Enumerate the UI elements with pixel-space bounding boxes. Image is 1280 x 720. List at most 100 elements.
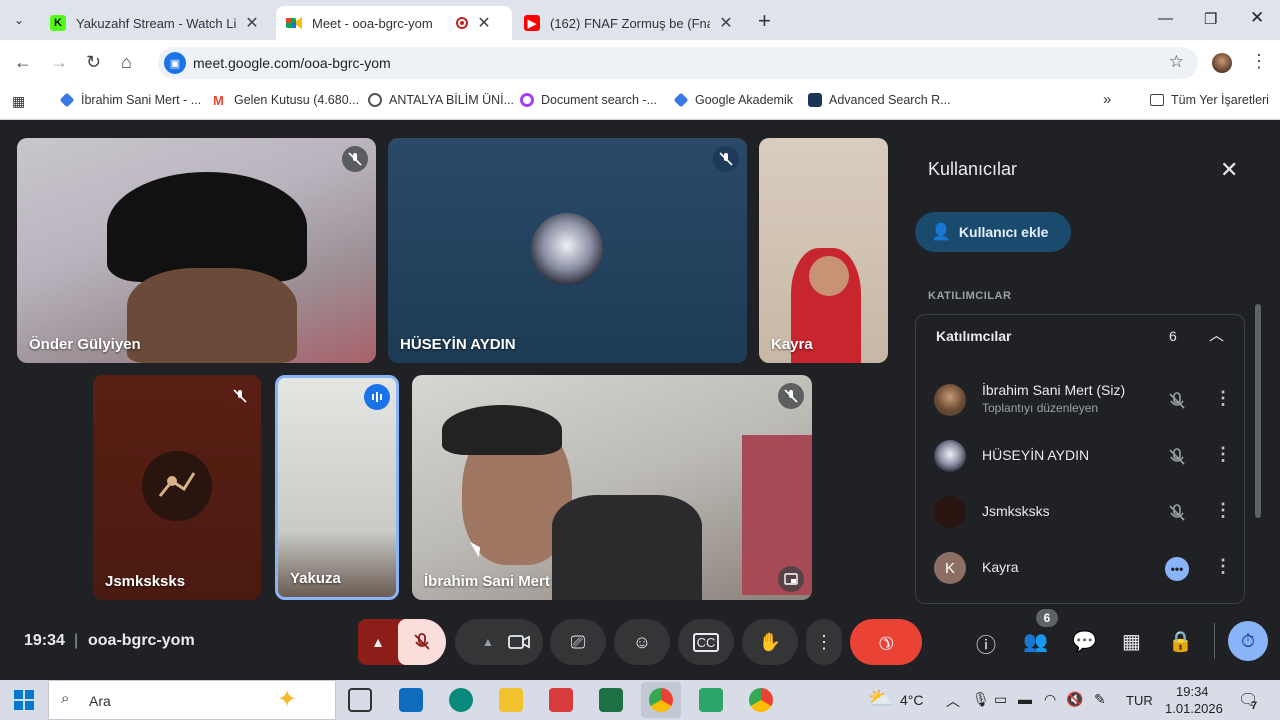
emoji-button[interactable]: ☺ — [614, 619, 670, 665]
wifi-icon[interactable]: ◠ — [1044, 691, 1056, 708]
discord-icon[interactable] — [699, 688, 723, 712]
video-tile-huseyin[interactable]: HÜSEYİN AYDIN — [388, 138, 747, 363]
weather-icon[interactable]: ⛅ — [868, 686, 893, 711]
anydesk-icon[interactable] — [549, 688, 573, 712]
file-explorer-icon[interactable] — [499, 688, 523, 712]
raise-hand-button[interactable]: ✋ — [742, 619, 798, 665]
recording-icon — [456, 17, 468, 29]
minimize-button[interactable]: — — [1158, 10, 1173, 27]
close-icon[interactable]: ✕ — [1220, 157, 1238, 183]
window-close-button[interactable]: ✕ — [1250, 8, 1264, 28]
captions-button[interactable]: CC — [678, 619, 734, 665]
tab-meet[interactable]: Meet - ooa-bgrc-yom ✕ — [276, 6, 512, 40]
chrome-icon[interactable] — [649, 688, 673, 712]
video-tile-kayra[interactable]: Kayra — [759, 138, 888, 363]
display-icon[interactable]: ▭ — [994, 691, 1007, 708]
pip-icon[interactable] — [778, 566, 804, 592]
bookmark-label: Document search -... — [541, 93, 658, 107]
reload-icon[interactable]: ↻ — [86, 52, 101, 73]
present-screen-button[interactable]: ⎚ — [550, 619, 606, 665]
end-call-button[interactable]: ✆ — [850, 619, 922, 665]
video-tile-yakuza[interactable]: Yakuza — [275, 375, 399, 600]
host-controls-icon[interactable]: 🔒 — [1168, 629, 1193, 654]
video-tile-jsm[interactable]: Jsmksksks — [93, 375, 261, 600]
site-info-icon[interactable]: ▣ — [164, 52, 186, 74]
close-icon[interactable]: ✕ — [244, 13, 260, 33]
participant-row[interactable]: Jsmksksks ⋮ — [934, 487, 1234, 537]
forward-icon[interactable]: → — [50, 52, 68, 73]
excel-icon[interactable] — [599, 688, 623, 712]
people-icon[interactable]: 👥 — [1023, 629, 1048, 654]
more-options-button[interactable]: ⋮ — [806, 619, 842, 665]
add-user-button[interactable]: 👤 Kullanıcı ekle — [915, 212, 1071, 252]
participant-row[interactable]: HÜSEYİN AYDIN ⋮ — [934, 431, 1234, 481]
edge-icon[interactable] — [449, 688, 473, 712]
battery-icon[interactable]: ▬ — [1018, 691, 1032, 707]
camera-control[interactable]: ▲ — [455, 619, 543, 665]
bookmarks-bar: ▦ İbrahim Sani Mert - ... M Gelen Kutusu … — [0, 86, 1280, 120]
more-options-icon[interactable]: ⋮ — [1214, 444, 1232, 465]
close-icon[interactable]: ✕ — [718, 13, 734, 33]
all-bookmarks-folder[interactable]: Tüm Yer İşaretleri — [1150, 93, 1269, 107]
participant-row[interactable]: K Kayra ••• ⋮ — [934, 543, 1234, 593]
microphone-icon[interactable]: 🎙 — [972, 691, 990, 708]
clock-date[interactable]: 1.01.2026 — [1165, 701, 1223, 716]
chevron-up-icon[interactable]: ▲ — [468, 635, 508, 649]
home-icon[interactable]: ⌂ — [121, 52, 132, 73]
more-options-icon[interactable]: ⋮ — [1214, 500, 1232, 521]
tab-youtube[interactable]: ▶ (162) FNAF Zormuş be (Fnaf 2) ✕ — [514, 6, 744, 40]
mic-off-icon — [1169, 392, 1185, 409]
panel-scrollbar[interactable] — [1255, 304, 1261, 518]
restore-button[interactable]: ❐ — [1204, 10, 1217, 28]
activities-icon[interactable]: ▦ — [1122, 629, 1141, 654]
chat-icon[interactable]: 💬 — [1072, 629, 1097, 654]
tab-search-button[interactable]: ⌄ — [8, 9, 30, 31]
taskbar-search[interactable]: ⌕ Ara ✦ — [48, 680, 336, 720]
camera-icon[interactable] — [508, 634, 530, 650]
windows-start-icon[interactable] — [14, 690, 34, 710]
outlook-icon[interactable] — [399, 688, 423, 712]
chevron-up-icon[interactable]: ▲ — [358, 634, 398, 650]
bookmark-item[interactable]: ANTALYA BİLİM ÜNİ... — [368, 93, 514, 107]
bookmark-item[interactable]: İbrahim Sani Mert - ... — [59, 92, 201, 108]
tab-kick[interactable]: K Yakuzahf Stream - Watch Live o ✕ — [40, 6, 270, 40]
new-tab-button[interactable]: + — [758, 8, 771, 34]
volume-mute-icon[interactable]: 🔇 — [1066, 691, 1083, 708]
video-tile-ibrahim[interactable]: İbrahim Sani Mert — [412, 375, 812, 600]
language-indicator[interactable]: TUR — [1126, 693, 1153, 708]
info-icon[interactable]: ⓘ — [976, 629, 996, 658]
bookmark-star-icon[interactable]: ☆ — [1169, 52, 1184, 72]
participant-name: Jsmksksks — [982, 503, 1050, 519]
address-bar[interactable]: ▣ meet.google.com/ooa-bgrc-yom ☆ — [158, 47, 1198, 79]
apps-icon[interactable]: ▦ — [12, 93, 25, 110]
chrome-profile-icon[interactable] — [749, 688, 773, 712]
bookmark-item[interactable]: Document search -... — [520, 93, 657, 107]
mic-off-icon — [342, 146, 368, 172]
participant-row[interactable]: İbrahim Sani Mert (Siz) Toplantıyı düzen… — [934, 375, 1234, 425]
bookmark-item[interactable]: M Gelen Kutusu (4.680... — [213, 93, 359, 108]
more-options-icon[interactable]: ⋮ — [1214, 388, 1232, 409]
windows-taskbar: ⌕ Ara ✦ ⛅ 4°C ︿ 🎙 ▭ ▬ ◠ 🔇 ✎ TUR 19:34 1.… — [0, 680, 1280, 720]
clock-time[interactable]: 19:34 — [1176, 684, 1209, 699]
video-tile-onder[interactable]: Önder Gülyiyen — [17, 138, 376, 363]
back-icon[interactable]: ← — [14, 52, 32, 73]
gmail-icon: M — [213, 93, 227, 108]
bookmark-item[interactable]: Google Akademik — [673, 92, 793, 108]
more-bookmarks-icon[interactable]: » — [1103, 91, 1111, 108]
sparkle-icon: ✦ — [277, 686, 298, 713]
more-options-icon[interactable]: ⋮ — [1214, 556, 1232, 577]
bookmark-label: Google Akademik — [695, 93, 793, 107]
browser-menu-icon[interactable]: ⋮ — [1250, 51, 1268, 72]
tray-chevron-icon[interactable]: ︿ — [946, 691, 960, 711]
task-view-icon[interactable] — [348, 688, 372, 712]
mic-control[interactable]: ▲ — [358, 619, 446, 665]
close-icon[interactable]: ✕ — [476, 13, 492, 33]
pen-icon[interactable]: ✎ — [1094, 691, 1106, 708]
mic-off-button[interactable] — [398, 619, 446, 665]
profile-avatar[interactable] — [1212, 53, 1232, 73]
group-label[interactable]: Katılımcılar — [936, 328, 1011, 344]
bookmark-item[interactable]: Advanced Search R... — [808, 93, 951, 107]
chevron-up-icon[interactable]: ︿ — [1209, 324, 1224, 345]
jacket-area — [552, 495, 702, 600]
timer-icon[interactable]: ⏱ — [1228, 621, 1268, 661]
